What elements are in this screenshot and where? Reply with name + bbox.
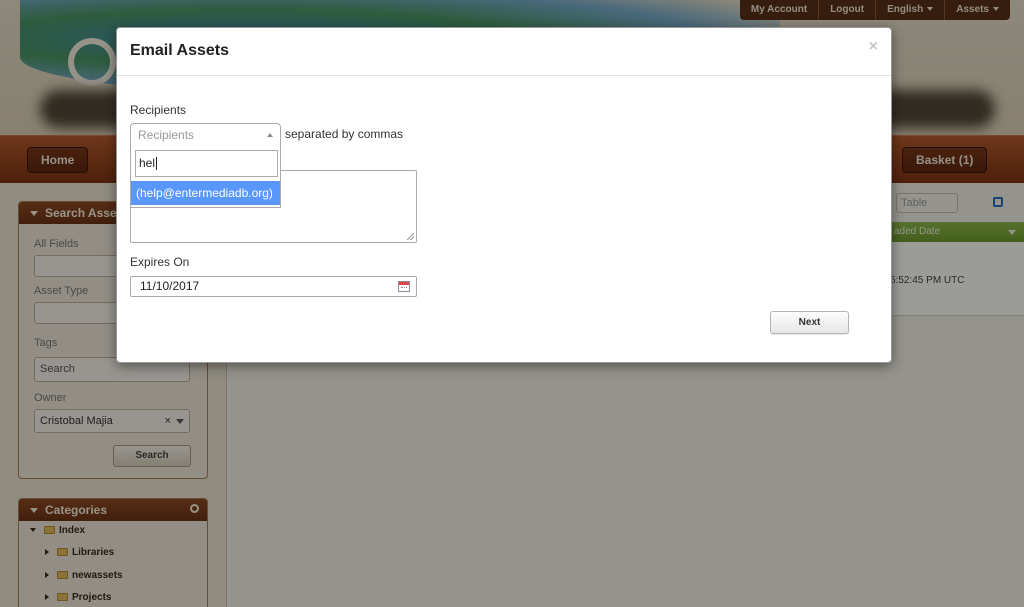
next-button[interactable]: Next [770,311,849,334]
chevron-up-icon [267,133,273,137]
search-text: hel [139,156,156,170]
recipient-option[interactable]: (help@entermediadb.org) [131,181,280,205]
calendar-icon[interactable] [398,281,410,292]
expires-date-input[interactable]: 11/10/2017 [130,276,417,297]
text-cursor [156,157,158,171]
recipients-hint: separated by commas [285,127,404,141]
dialog-header: Email Assets × [117,28,891,76]
expires-value: 11/10/2017 [140,279,200,293]
recipients-select[interactable]: Recipients [130,123,281,147]
expires-label: Expires On [130,255,190,269]
recipients-label: Recipients [130,103,187,117]
recipients-placeholder: Recipients [138,128,195,142]
dialog-title: Email Assets [130,42,230,59]
email-assets-dialog: Email Assets × Recipients Recipients sep… [116,27,892,363]
close-icon[interactable]: × [869,38,878,56]
resize-handle-icon[interactable] [407,233,414,240]
recipients-dropdown: hel (help@entermediadb.org) [130,146,281,208]
recipients-search-input[interactable]: hel [135,150,278,177]
